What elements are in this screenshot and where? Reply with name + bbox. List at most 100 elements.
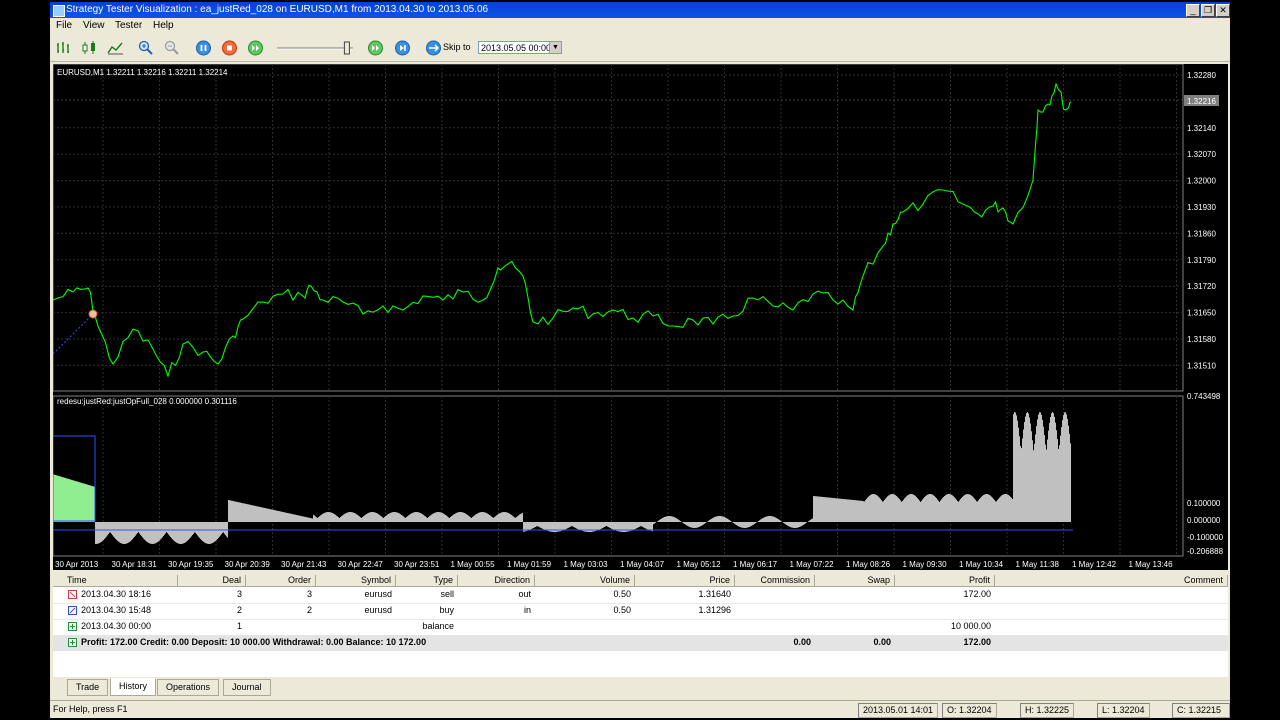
- price-chart-svg[interactable]: 1.32280 1.32140 1.32070 1.32000 1.31930 1.318…: [52, 63, 1228, 570]
- column-header-order[interactable]: Order: [246, 575, 316, 587]
- skip-to-end-icon[interactable]: [394, 40, 411, 56]
- fast-forward-icon[interactable]: [367, 40, 384, 56]
- column-header-type[interactable]: Type: [396, 575, 458, 587]
- indicator-bar: [780, 520, 781, 522]
- indicator-bar: [330, 512, 331, 522]
- line-chart-icon[interactable]: [107, 40, 124, 56]
- column-header-commission[interactable]: Commission: [735, 575, 815, 587]
- indicator-bar: [323, 513, 324, 522]
- indicator-bar: [786, 522, 787, 525]
- menu-file[interactable]: File: [56, 18, 72, 34]
- column-header-time[interactable]: Time: [53, 575, 178, 587]
- indicator-bar: [783, 522, 784, 523]
- indicator-bar: [474, 515, 475, 522]
- indicator-bar: [935, 497, 936, 522]
- indicator-bar: [746, 522, 747, 528]
- indicator-bar: [360, 517, 361, 522]
- column-header-swap[interactable]: Swap: [815, 575, 895, 587]
- zoom-in-icon[interactable]: [137, 40, 154, 56]
- table-row[interactable]: 2013.04.30 00:00 1 balance 10 000.00: [53, 619, 1228, 636]
- speed-slider[interactable]: [276, 41, 356, 55]
- tab-journal[interactable]: Journal: [223, 679, 271, 696]
- indicator-bar: [725, 517, 726, 522]
- indicator-bar: [665, 516, 666, 522]
- candlestick-icon[interactable]: [81, 40, 98, 56]
- restore-button[interactable]: ❐: [1201, 4, 1215, 17]
- indicator-bar: [264, 507, 265, 522]
- indicator-bar: [853, 500, 854, 522]
- column-header-profit[interactable]: Profit: [895, 575, 995, 587]
- indicator-bar: [1052, 412, 1053, 522]
- table-row[interactable]: 2013.04.30 15:48 2 2 eurusd buy in 0.50 1.31296: [53, 603, 1228, 620]
- indicator-bar: [348, 512, 349, 522]
- indicator-bar: [991, 496, 992, 522]
- indicator-bar: [428, 517, 429, 522]
- indicator-bar: [329, 512, 330, 522]
- indicator-bar: [823, 497, 824, 522]
- skip-to-datetime-select[interactable]: 2013.05.05 00:00 ▼: [478, 41, 562, 54]
- indicator-bar: [451, 516, 452, 522]
- play-icon[interactable]: [247, 40, 264, 56]
- indicator-bar: [90, 485, 91, 522]
- indicator-bar: [877, 495, 878, 522]
- skip-to-icon[interactable]: [425, 40, 442, 56]
- indicator-bar: [504, 512, 505, 522]
- history-table[interactable]: Time Deal Order Symbol Type Direction Volume Pr…: [53, 575, 1228, 677]
- indicator-bar: [262, 507, 263, 522]
- indicator-bar: [796, 522, 797, 528]
- bar-chart-icon[interactable]: [55, 40, 72, 56]
- indicator-bar: [103, 522, 104, 540]
- column-header-symbol[interactable]: Symbol: [316, 575, 396, 587]
- column-header-direction[interactable]: Direction: [458, 575, 535, 587]
- column-header-deal[interactable]: Deal: [178, 575, 246, 587]
- menu-view[interactable]: View: [83, 18, 105, 34]
- time-tick-label: 1 May 09:30: [903, 560, 948, 569]
- tab-trade[interactable]: Trade: [67, 679, 109, 696]
- chart-area[interactable]: 1.32280 1.32140 1.32070 1.32000 1.31930 1.318…: [52, 63, 1228, 570]
- indicator-bar: [113, 522, 114, 537]
- indicator-bar: [68, 478, 69, 522]
- indicator-bar: [321, 514, 322, 522]
- time-tick-label: 1 May 08:26: [846, 560, 891, 569]
- indicator-bar: [315, 516, 316, 522]
- indicator-bar: [440, 512, 441, 522]
- indicator-bar: [441, 512, 442, 522]
- tester-window: Strategy Tester Visualization : ea_justR…: [50, 2, 1230, 718]
- indicator-bar: [718, 516, 719, 522]
- price-tick-label: 1.31860: [1187, 229, 1216, 238]
- indicator-bar: [918, 499, 919, 522]
- time-tick-label: 30 Apr 20:39: [225, 560, 271, 569]
- chevron-down-icon[interactable]: ▼: [549, 42, 561, 53]
- indicator-bar: [662, 518, 663, 522]
- indicator-bar: [772, 516, 773, 522]
- column-header-volume[interactable]: Volume: [535, 575, 635, 587]
- zoom-out-icon[interactable]: [163, 40, 180, 56]
- tab-history[interactable]: History: [110, 678, 157, 696]
- indicator-bar: [308, 517, 309, 522]
- indicator-bar: [240, 502, 241, 522]
- column-header-comment[interactable]: Comment: [995, 575, 1228, 587]
- table-row[interactable]: 2013.04.30 18:16 3 3 eurusd sell out 0.50 1.316…: [53, 587, 1228, 604]
- indicator-bar: [819, 496, 820, 522]
- close-button[interactable]: ✕: [1216, 4, 1230, 17]
- indicator-bar: [347, 512, 348, 522]
- indicator-bar: [318, 517, 319, 522]
- indicator-bar: [838, 498, 839, 522]
- title-bar[interactable]: Strategy Tester Visualization : ea_justR…: [50, 2, 1230, 18]
- indicator-bar: [433, 513, 434, 522]
- menu-tester[interactable]: Tester: [115, 18, 142, 34]
- menu-help[interactable]: Help: [153, 18, 174, 34]
- indicator-bar: [802, 522, 803, 526]
- indicator-bar: [886, 497, 887, 522]
- pause-icon[interactable]: [195, 40, 212, 56]
- indicator-bar: [828, 497, 829, 522]
- indicator-bar: [1022, 438, 1023, 522]
- indicator-bar: [1047, 439, 1048, 522]
- tab-operations[interactable]: Operations: [157, 679, 220, 696]
- column-header-price[interactable]: Price: [635, 575, 735, 587]
- indicator-bar: [843, 499, 844, 522]
- indicator-bar: [601, 522, 602, 529]
- minimize-button[interactable]: _: [1186, 4, 1200, 17]
- stop-icon[interactable]: [221, 40, 238, 56]
- indicator-bar: [779, 519, 780, 522]
